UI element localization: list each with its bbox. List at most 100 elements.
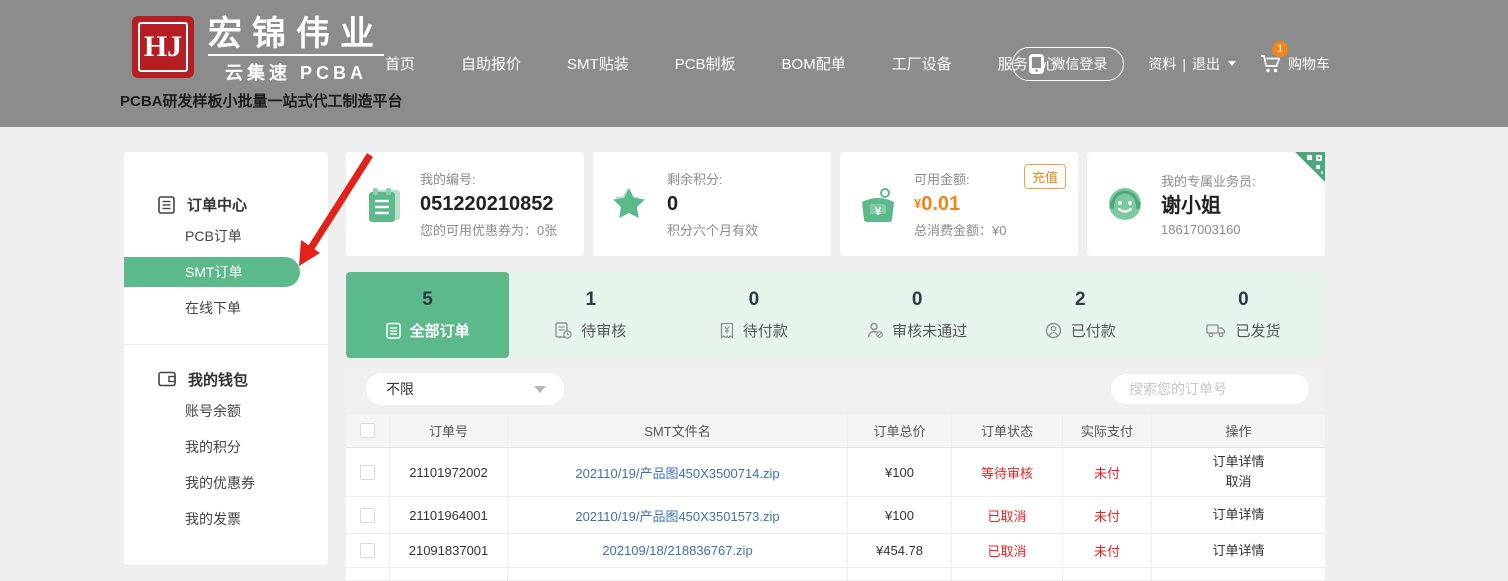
doc-clock-icon bbox=[555, 322, 572, 339]
chevron-down-icon bbox=[1228, 61, 1236, 66]
card-balance: ¥ 可用金额: ¥0.01 总消费金额：¥0 充值 bbox=[840, 152, 1078, 256]
nav-bom[interactable]: BOM配单 bbox=[782, 53, 846, 74]
cart-label: 购物车 bbox=[1288, 54, 1330, 74]
order-detail-link[interactable]: 订单详情 bbox=[1212, 452, 1264, 472]
col-total: 订单总价 bbox=[848, 414, 952, 447]
star-icon bbox=[609, 182, 653, 226]
nav-home[interactable]: 首页 bbox=[385, 53, 415, 74]
sidebar-item-balance[interactable]: 账号余额 bbox=[124, 393, 328, 429]
order-search bbox=[1111, 374, 1309, 404]
tab-shipped-count: 0 bbox=[1238, 289, 1249, 311]
order-detail-link[interactable]: 订单详情 bbox=[1212, 541, 1264, 561]
tab-paid-label: 已付款 bbox=[1071, 320, 1116, 341]
paid-status: 未付 bbox=[1094, 506, 1120, 525]
orders-table: 订单号 SMT文件名 订单总价 订单状态 实际支付 操作 21101972002… bbox=[346, 414, 1325, 581]
table-row: 21101972002 202110/19/产品图450X3500714.zip… bbox=[346, 448, 1325, 497]
tab-review-failed[interactable]: 0 审核未通过 bbox=[836, 272, 999, 358]
wallet-icon bbox=[158, 371, 176, 387]
row-checkbox[interactable] bbox=[360, 543, 375, 558]
points-value: 0 bbox=[667, 193, 758, 215]
tagline: PCBA研发样板小批量一站式代工制造平台 bbox=[120, 90, 403, 111]
nav-smt[interactable]: SMT贴装 bbox=[567, 53, 629, 74]
tab-all-label: 全部订单 bbox=[410, 320, 470, 341]
card-agent: 我的专属业务员: 谢小姐 18617003160 bbox=[1087, 152, 1325, 256]
tab-shipped[interactable]: 0 已发货 bbox=[1162, 272, 1325, 358]
cart-count-badge: 1 bbox=[1272, 41, 1288, 57]
sidebar: 订单中心 PCB订单 SMT订单 在线下单 我的钱包 账号余额 我的积分 我的优… bbox=[124, 152, 328, 565]
table-row-partial bbox=[346, 568, 1325, 581]
paid-status: 未付 bbox=[1094, 463, 1120, 482]
sidebar-item-coupons[interactable]: 我的优惠券 bbox=[124, 465, 328, 501]
paid-status: 未付 bbox=[1094, 541, 1120, 560]
select-all-checkbox[interactable] bbox=[360, 423, 375, 438]
status-badge: 已取消 bbox=[987, 541, 1026, 560]
nav-pcb[interactable]: PCB制板 bbox=[675, 53, 736, 74]
section-title-wallet: 我的钱包 bbox=[188, 369, 248, 390]
tab-all-count: 5 bbox=[422, 289, 433, 311]
order-search-input[interactable] bbox=[1129, 381, 1310, 397]
smt-file-link[interactable]: 202110/19/产品图450X3500714.zip bbox=[575, 463, 779, 482]
order-no: 21101964001 bbox=[390, 497, 508, 533]
table-header-row: 订单号 SMT文件名 订单总价 订单状态 实际支付 操作 bbox=[346, 414, 1325, 448]
sidebar-item-points[interactable]: 我的积分 bbox=[124, 429, 328, 465]
table-row: 21091837001 202109/18/218836767.zip ¥454… bbox=[346, 534, 1325, 568]
nav-factory[interactable]: 工厂设备 bbox=[892, 53, 952, 74]
balance-sub: 总消费金额：¥0 bbox=[914, 220, 1006, 239]
receipt-yen-icon bbox=[720, 322, 734, 339]
card-my-id: 我的编号: 051220210852 您的可用优惠券为：0张 bbox=[346, 152, 584, 256]
row-checkbox[interactable] bbox=[360, 465, 375, 480]
order-no: 21101972002 bbox=[390, 448, 508, 496]
agent-phone: 18617003160 bbox=[1161, 222, 1256, 237]
cart-button[interactable]: 1 购物车 bbox=[1260, 54, 1330, 74]
status-badge: 已取消 bbox=[987, 506, 1026, 525]
points-label: 剩余积分: bbox=[667, 169, 758, 188]
tab-pending-payment-count: 0 bbox=[749, 289, 760, 311]
service-agent-icon bbox=[1103, 182, 1147, 226]
points-sub: 积分六个月有效 bbox=[667, 220, 758, 239]
tab-pending-payment[interactable]: 0 待付款 bbox=[672, 272, 835, 358]
status-filter-value: 不限 bbox=[386, 379, 414, 399]
order-detail-link[interactable]: 订单详情 bbox=[1212, 505, 1264, 525]
status-badge: 等待审核 bbox=[981, 463, 1033, 482]
sidebar-item-smt-orders[interactable]: SMT订单 bbox=[124, 257, 300, 287]
tab-paid[interactable]: 2 已付款 bbox=[999, 272, 1162, 358]
tab-all-orders[interactable]: 5 全部订单 bbox=[346, 272, 509, 358]
order-no: 21091837001 bbox=[390, 534, 508, 567]
svg-text:¥: ¥ bbox=[875, 206, 882, 218]
logo: HJ 宏锦伟业 云集速 PCBA bbox=[132, 16, 384, 85]
smt-file-link[interactable]: 202110/19/产品图450X3501573.zip bbox=[575, 506, 779, 525]
logo-mark-icon: HJ bbox=[132, 16, 194, 78]
row-checkbox[interactable] bbox=[360, 508, 375, 523]
my-id-sub: 您的可用优惠券为：0张 bbox=[420, 220, 557, 239]
main-nav: 首页 自助报价 SMT贴装 PCB制板 BOM配单 工厂设备 服务中心 bbox=[385, 0, 1058, 127]
smt-file-link[interactable]: 202109/18/218836767.zip bbox=[602, 543, 752, 558]
col-status: 订单状态 bbox=[952, 414, 1063, 447]
order-total: ¥100 bbox=[848, 497, 952, 533]
person-reject-icon bbox=[867, 322, 883, 339]
section-title-order-center: 订单中心 bbox=[187, 194, 247, 215]
brand-name: 宏锦伟业 bbox=[208, 16, 384, 56]
status-filter-dropdown[interactable]: 不限 bbox=[366, 373, 564, 405]
sidebar-item-online-order[interactable]: 在线下单 bbox=[124, 290, 328, 326]
sidebar-item-pcb-orders[interactable]: PCB订单 bbox=[124, 218, 328, 254]
table-row: 21101964001 202110/19/产品图450X3501573.zip… bbox=[346, 497, 1325, 534]
tab-pending-review-label: 待审核 bbox=[581, 320, 626, 341]
profile-link[interactable]: 资料 bbox=[1148, 54, 1176, 74]
nav-self-quote[interactable]: 自助报价 bbox=[461, 53, 521, 74]
notepad-icon bbox=[362, 182, 406, 226]
col-actions: 操作 bbox=[1152, 414, 1325, 447]
recharge-button[interactable]: 充值 bbox=[1024, 164, 1066, 189]
wechat-login-button[interactable]: 微信登录 bbox=[1012, 47, 1124, 81]
tab-review-failed-count: 0 bbox=[912, 289, 923, 311]
my-id-label: 我的编号: bbox=[420, 169, 557, 188]
logout-link[interactable]: 退出 bbox=[1192, 54, 1220, 74]
wechat-login-label: 微信登录 bbox=[1051, 54, 1107, 74]
clipboard-icon bbox=[386, 322, 401, 339]
sidebar-item-invoice[interactable]: 我的发票 bbox=[124, 501, 328, 537]
order-cancel-link[interactable]: 取消 bbox=[1225, 472, 1251, 492]
tab-pending-review[interactable]: 1 待审核 bbox=[509, 272, 672, 358]
order-total: ¥100 bbox=[848, 448, 952, 496]
qr-code-corner-icon[interactable] bbox=[1295, 152, 1325, 182]
logo-monogram: HJ bbox=[138, 22, 188, 72]
phone-icon bbox=[1029, 54, 1044, 74]
